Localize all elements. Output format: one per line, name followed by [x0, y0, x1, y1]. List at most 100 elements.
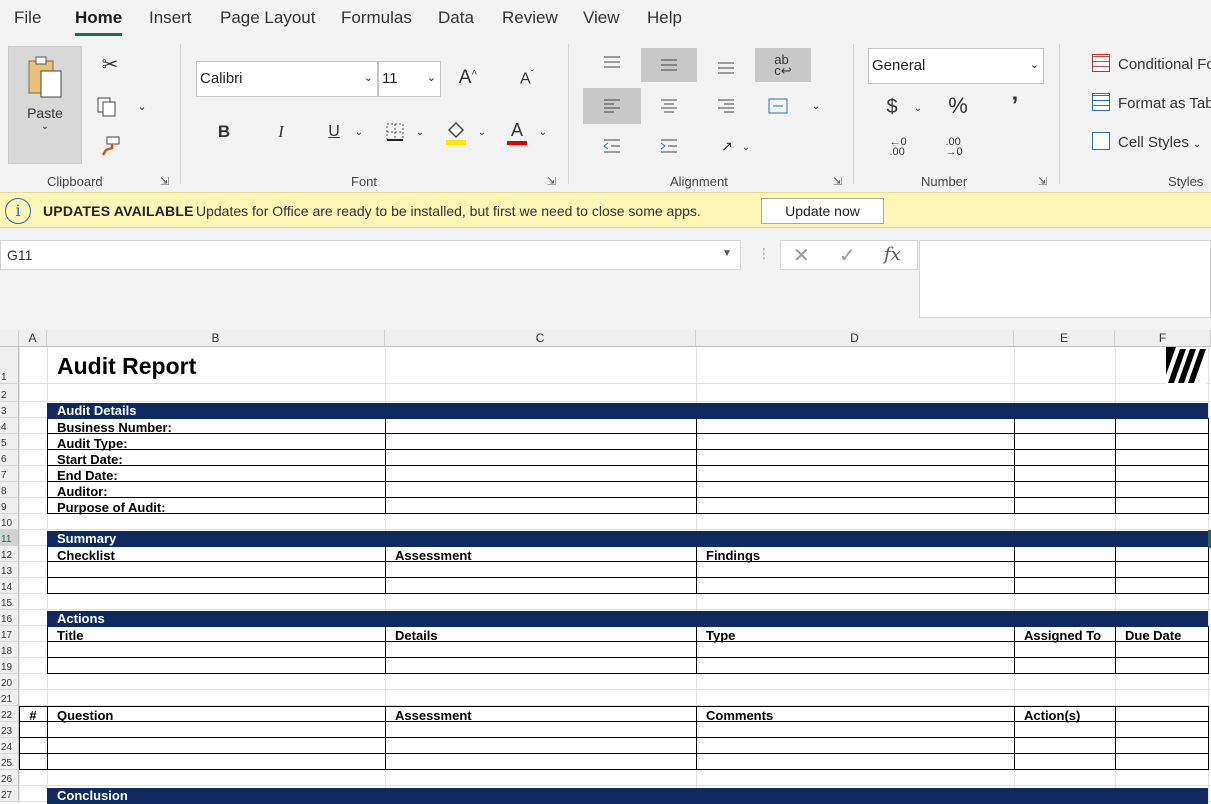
borders-icon — [386, 123, 404, 141]
row-header[interactable]: 4 — [0, 418, 19, 434]
insert-function-icon[interactable]: fx — [884, 244, 901, 265]
clipboard-launcher-icon[interactable]: ⇲ — [160, 175, 169, 188]
format-as-table-button[interactable]: Format as Tab — [1092, 93, 1211, 112]
row-header[interactable]: 19 — [0, 658, 19, 674]
borders-button[interactable] — [381, 118, 409, 146]
increase-decimal-button[interactable]: ←0.00 — [884, 134, 912, 160]
align-center-button[interactable] — [655, 93, 683, 119]
decrease-indent-button[interactable] — [598, 133, 626, 159]
row-header[interactable]: 12 — [0, 546, 19, 562]
row-header[interactable]: 25 — [0, 754, 19, 770]
font-family-select[interactable]: Calibri ⌄ — [196, 61, 378, 97]
currency-dropdown[interactable]: ⌄ — [911, 100, 925, 116]
row-header[interactable]: 27 — [0, 786, 19, 802]
update-now-button[interactable]: Update now — [761, 198, 884, 224]
row-header[interactable]: 5 — [0, 434, 19, 450]
font-size-select[interactable]: 11 ⌄ — [378, 61, 441, 97]
font-launcher-icon[interactable]: ⇲ — [547, 175, 556, 188]
tab-file[interactable]: File — [14, 8, 41, 28]
middle-align-button[interactable] — [641, 48, 697, 82]
column-header-d[interactable]: D — [696, 330, 1014, 347]
row-header[interactable]: 14 — [0, 578, 19, 594]
row-header[interactable]: 23 — [0, 722, 19, 738]
enter-icon[interactable]: ✓ — [839, 243, 856, 267]
borders-dropdown[interactable]: ⌄ — [413, 124, 427, 140]
tab-home[interactable]: Home — [75, 8, 123, 36]
tab-review[interactable]: Review — [502, 8, 558, 28]
merge-dropdown[interactable]: ⌄ — [808, 98, 824, 114]
format-painter-button[interactable] — [96, 132, 124, 160]
column-header-e[interactable]: E — [1014, 330, 1115, 347]
column-header-a[interactable]: A — [19, 330, 47, 347]
table-border — [47, 481, 1208, 482]
underline-dropdown[interactable]: ⌄ — [352, 124, 366, 140]
select-all-corner[interactable] — [0, 330, 19, 347]
currency-button[interactable]: $ — [881, 94, 903, 120]
bottom-align-button[interactable] — [710, 56, 742, 80]
formula-input[interactable] — [919, 240, 1211, 318]
tab-view[interactable]: View — [583, 8, 620, 28]
decrease-decimal-button[interactable]: .00 →0 — [940, 134, 968, 160]
merge-center-button[interactable] — [764, 93, 792, 119]
wrap-text-button[interactable]: ab c↩ — [755, 48, 811, 82]
row-header[interactable]: 13 — [0, 562, 19, 578]
tab-insert[interactable]: Insert — [149, 8, 192, 28]
row-header[interactable]: 20 — [0, 674, 19, 690]
tab-formulas[interactable]: Formulas — [341, 8, 412, 28]
row-header[interactable]: 22 — [0, 706, 19, 722]
increase-font-button[interactable]: A˄ — [454, 64, 482, 92]
column-header-f[interactable]: F — [1115, 330, 1211, 347]
tab-page-layout[interactable]: Page Layout — [220, 8, 315, 28]
cancel-icon[interactable]: ✕ — [793, 243, 810, 267]
row-header[interactable]: 17 — [0, 626, 19, 642]
copy-dropdown[interactable]: ⌄ — [134, 96, 150, 116]
column-header-c[interactable]: C — [385, 330, 696, 347]
increase-indent-button[interactable] — [655, 133, 683, 159]
fill-color-dropdown[interactable]: ⌄ — [475, 124, 489, 140]
font-color-button[interactable]: A — [503, 118, 531, 148]
copy-button[interactable] — [92, 92, 122, 122]
row-header[interactable]: 1 — [0, 347, 19, 384]
fill-color-button[interactable] — [441, 118, 471, 148]
percent-button[interactable]: % — [944, 92, 972, 120]
number-format-select[interactable]: General ⌄ — [868, 48, 1044, 84]
orientation-button[interactable]: ↗ — [714, 133, 740, 159]
top-align-button[interactable] — [596, 50, 628, 74]
number-launcher-icon[interactable]: ⇲ — [1038, 175, 1047, 188]
row-header[interactable]: 7 — [0, 466, 19, 482]
conditional-formatting-button[interactable]: Conditional Fo — [1092, 54, 1211, 73]
tab-help[interactable]: Help — [647, 8, 682, 28]
row-header[interactable]: 3 — [0, 402, 19, 418]
decrease-font-button[interactable]: Aˇ — [513, 66, 541, 92]
name-box[interactable]: G11 ▼ — [0, 240, 741, 270]
align-right-button[interactable] — [712, 93, 740, 119]
row-header[interactable]: 18 — [0, 642, 19, 658]
tab-data[interactable]: Data — [438, 8, 474, 28]
bold-button[interactable]: B — [210, 118, 238, 146]
drag-handle-icon[interactable]: ⋮ — [757, 246, 771, 262]
font-color-dropdown[interactable]: ⌄ — [536, 124, 550, 140]
orientation-dropdown[interactable]: ⌄ — [739, 139, 753, 155]
row-header[interactable]: 11 — [0, 530, 19, 546]
row-header[interactable]: 9 — [0, 498, 19, 514]
row-header[interactable]: 10 — [0, 514, 19, 530]
column-header-b[interactable]: B — [47, 330, 385, 347]
row-header[interactable]: 24 — [0, 738, 19, 754]
alignment-launcher-icon[interactable]: ⇲ — [833, 175, 842, 188]
align-left-button[interactable] — [583, 88, 641, 124]
paste-button[interactable]: Paste ⌄ — [8, 46, 82, 164]
actions-col-details: Details — [395, 628, 438, 643]
comma-button[interactable]: ’ — [1004, 92, 1026, 120]
cell-styles-button[interactable]: Cell Styles ⌄ — [1092, 132, 1201, 151]
cut-button[interactable]: ✂ — [96, 50, 124, 78]
row-header[interactable]: 6 — [0, 450, 19, 466]
row-header[interactable]: 26 — [0, 770, 19, 786]
row-header[interactable]: 15 — [0, 594, 19, 610]
row-header[interactable]: 8 — [0, 482, 19, 498]
underline-button[interactable]: U — [320, 118, 348, 146]
spreadsheet-grid[interactable]: A B C D E F 1 2 3 4 5 6 7 8 9 10 11 12 13 14 15 16 17 18 1… — [0, 330, 1211, 804]
row-header[interactable]: 2 — [0, 384, 19, 402]
italic-button[interactable]: I — [267, 118, 295, 146]
row-header[interactable]: 21 — [0, 690, 19, 706]
row-header[interactable]: 16 — [0, 610, 19, 626]
